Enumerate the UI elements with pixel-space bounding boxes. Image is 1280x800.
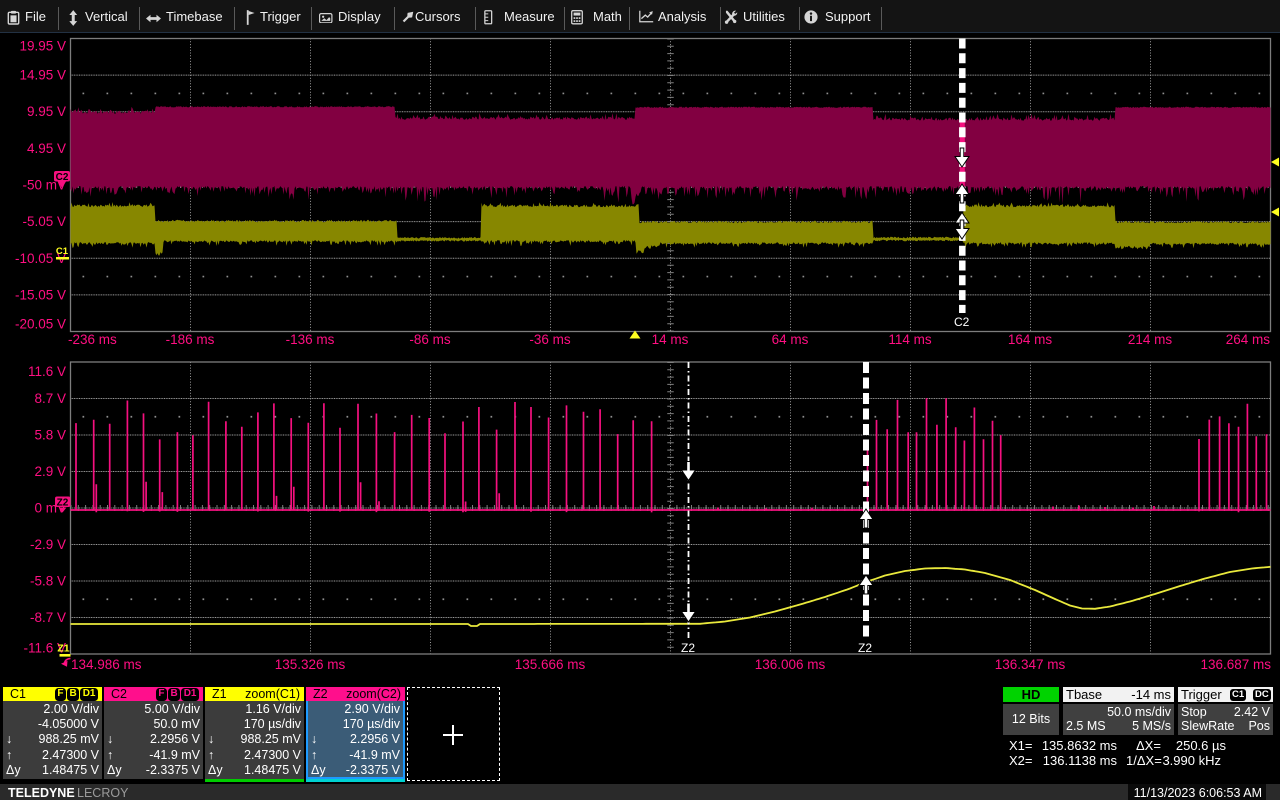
svg-text:-8.7 V: -8.7 V [30, 610, 66, 625]
svg-text:-186 ms: -186 ms [166, 332, 215, 347]
svg-text:5.8 V: 5.8 V [34, 428, 66, 443]
svg-text:134.986 ms: 134.986 ms [71, 657, 142, 672]
svg-text:-36 ms: -36 ms [529, 332, 571, 347]
svg-text:136.347 ms: 136.347 ms [995, 657, 1066, 672]
svg-text:164 ms: 164 ms [1008, 332, 1053, 347]
svg-text:64 ms: 64 ms [772, 332, 809, 347]
svg-text:-5.05 V: -5.05 V [22, 214, 66, 229]
svg-text:-20.05 V: -20.05 V [15, 317, 66, 332]
svg-text:136.687 ms: 136.687 ms [1200, 657, 1271, 672]
svg-text:C2: C2 [954, 315, 970, 329]
svg-text:C2: C2 [56, 172, 69, 183]
svg-text:14.95 V: 14.95 V [19, 68, 66, 83]
svg-text:8.7 V: 8.7 V [34, 391, 66, 406]
svg-text:114 ms: 114 ms [888, 332, 932, 347]
svg-text:Z2: Z2 [858, 641, 872, 655]
svg-text:135.666 ms: 135.666 ms [515, 657, 586, 672]
svg-text:11.6 V: 11.6 V [28, 364, 66, 379]
svg-text:214 ms: 214 ms [1128, 332, 1173, 347]
svg-text:-236 ms: -236 ms [68, 332, 117, 347]
svg-text:Z2: Z2 [57, 498, 69, 509]
svg-text:-86 ms: -86 ms [409, 332, 451, 347]
svg-text:-2.9 V: -2.9 V [30, 537, 66, 552]
svg-text:Z2: Z2 [681, 641, 695, 655]
svg-text:4.95 V: 4.95 V [27, 141, 66, 156]
svg-text:264 ms: 264 ms [1226, 332, 1271, 347]
svg-text:-5.8 V: -5.8 V [30, 574, 66, 589]
svg-text:-15.05 V: -15.05 V [15, 287, 66, 302]
svg-text:C1: C1 [56, 246, 69, 257]
svg-text:Z1: Z1 [57, 643, 69, 655]
svg-text:135.326 ms: 135.326 ms [275, 657, 346, 672]
svg-text:-136 ms: -136 ms [286, 332, 335, 347]
svg-text:9.95 V: 9.95 V [27, 104, 66, 119]
svg-text:136.006 ms: 136.006 ms [755, 657, 826, 672]
svg-text:2.9 V: 2.9 V [34, 464, 66, 479]
svg-text:14 ms: 14 ms [652, 332, 689, 347]
svg-text:19.95 V: 19.95 V [19, 39, 66, 54]
